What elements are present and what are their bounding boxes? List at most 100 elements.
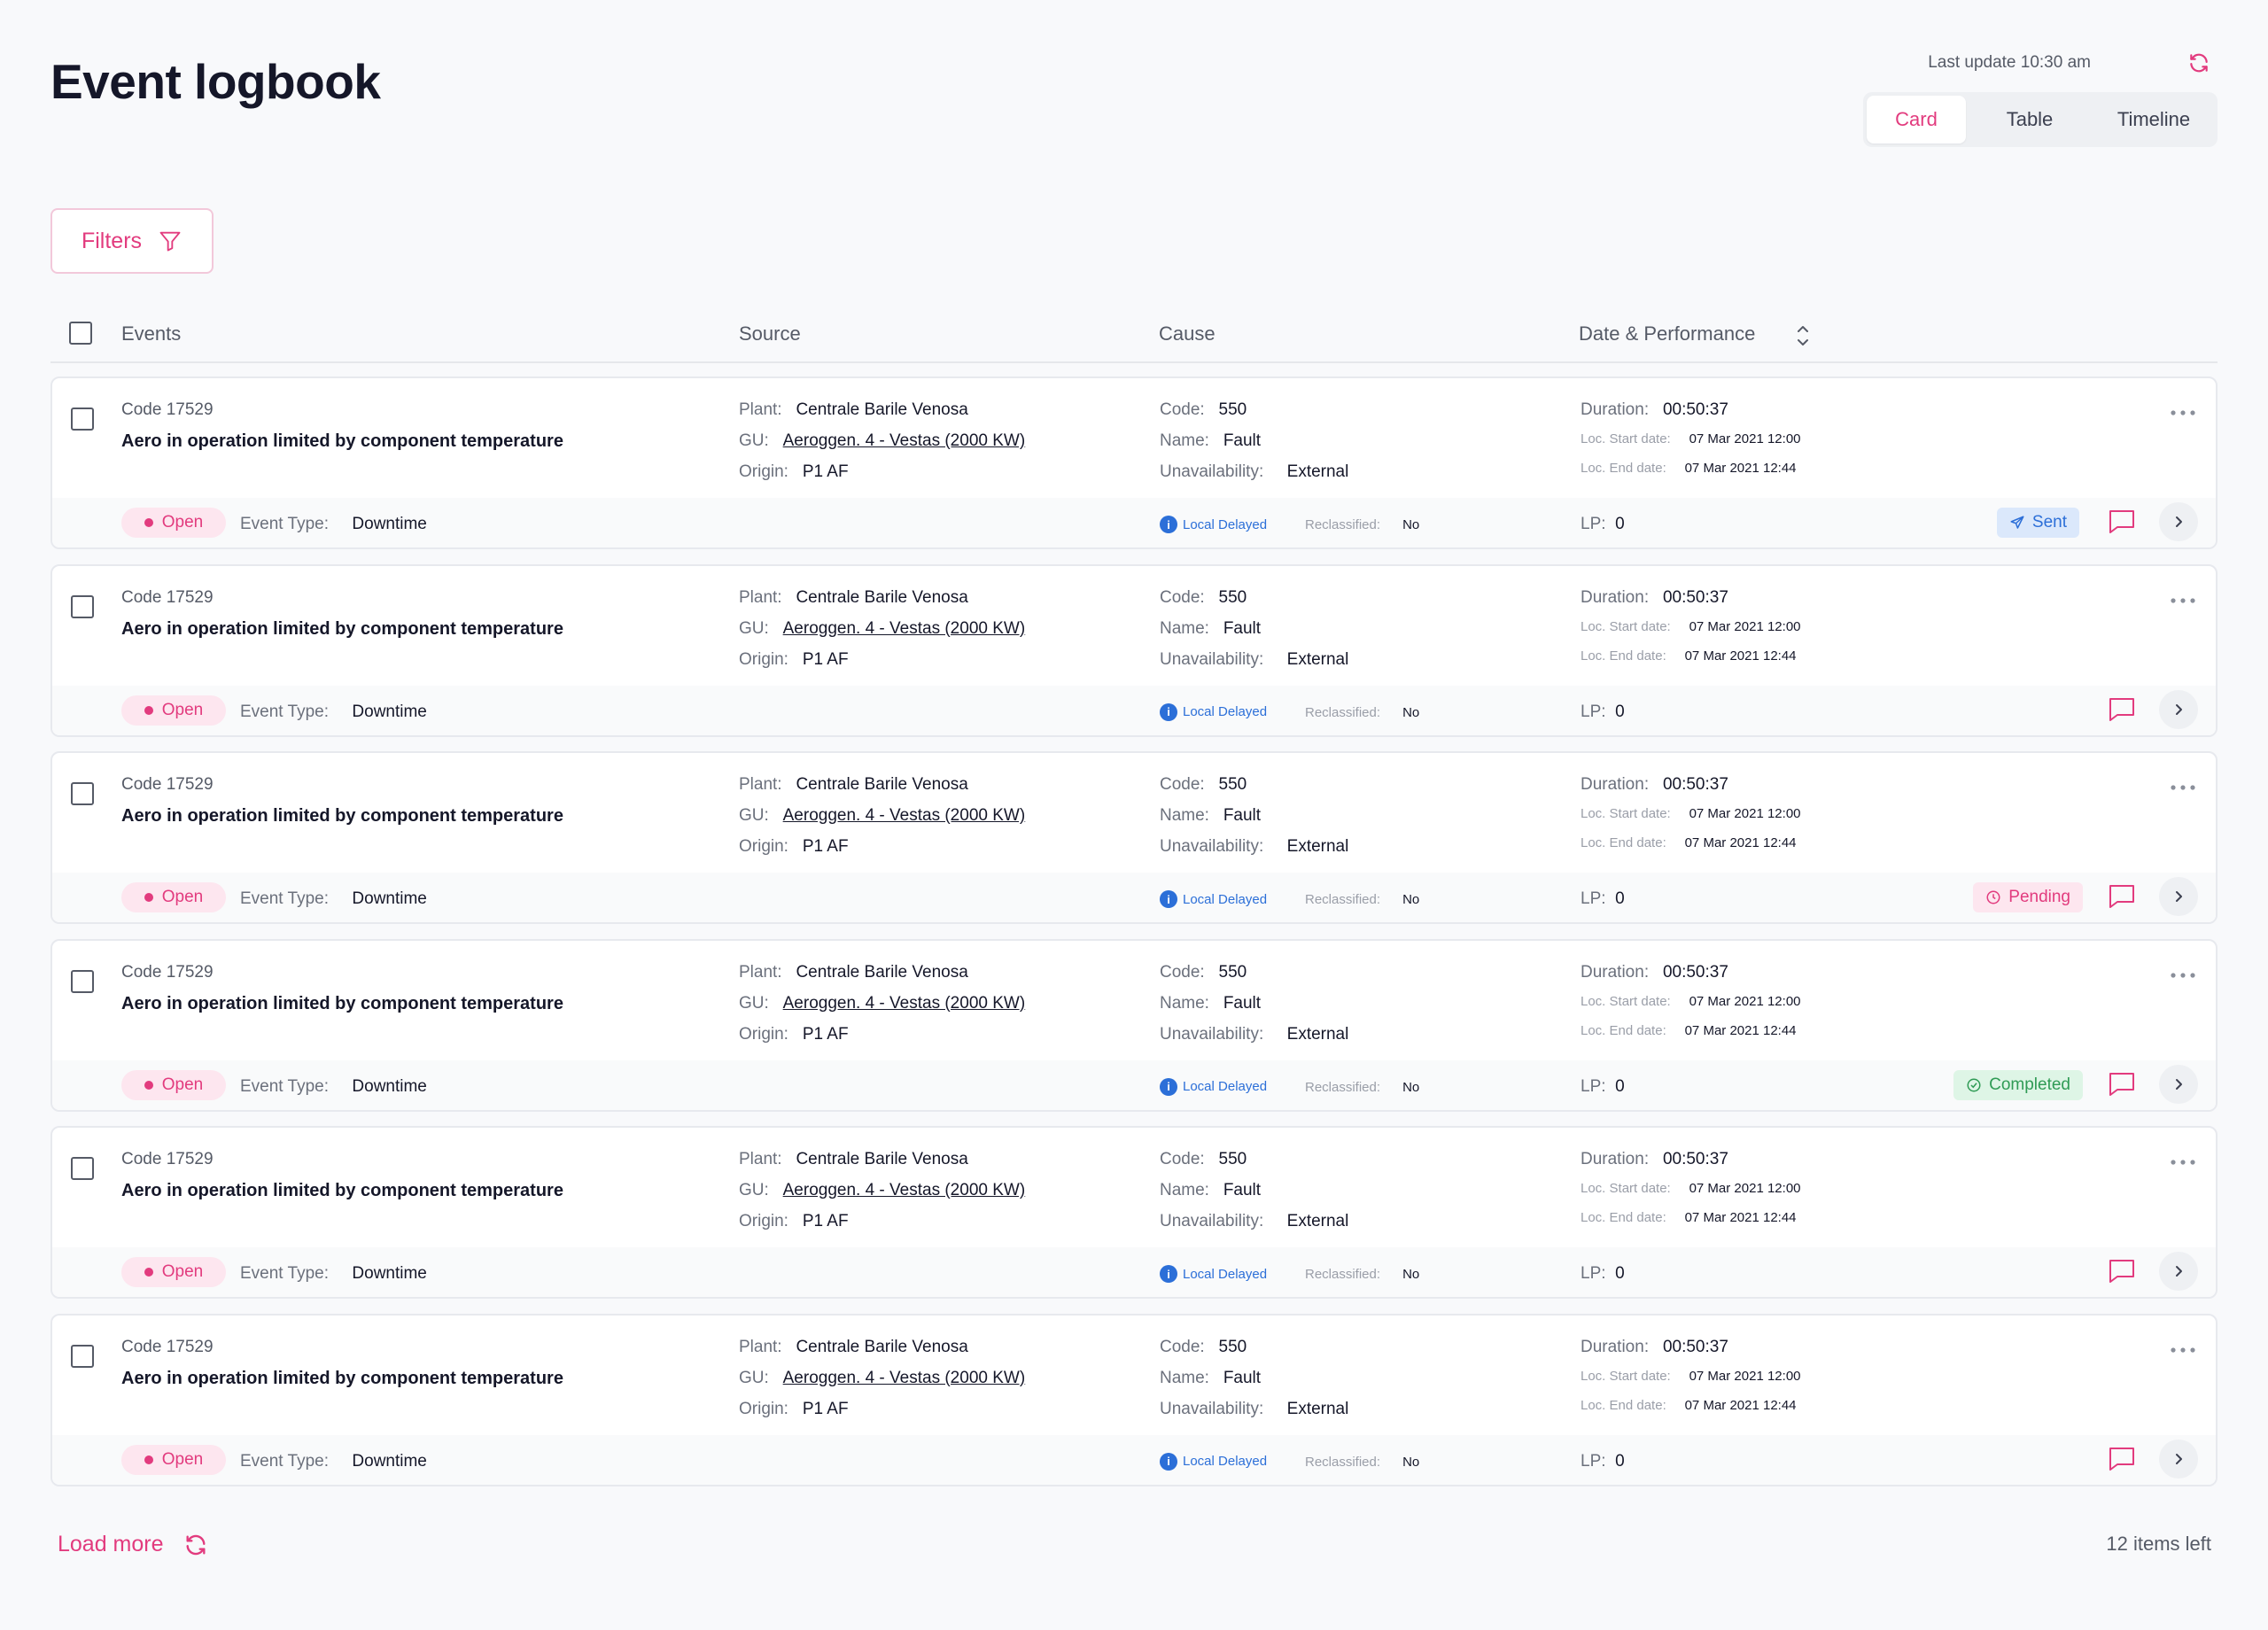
tab-timeline[interactable]: Timeline: [2093, 96, 2214, 144]
event-card[interactable]: Code 17529 Aero in operation limited by …: [50, 376, 2218, 549]
source-gu: GU: Aeroggen. 4 - Vestas (2000 KW): [739, 993, 1026, 1013]
event-checkbox[interactable]: [71, 1344, 94, 1368]
gu-link[interactable]: Aeroggen. 4 - Vestas (2000 KW): [783, 1369, 1026, 1387]
source-plant: Plant: Centrale Barile Venosa: [739, 400, 968, 419]
duration: Duration: 00:50:37: [1581, 587, 1728, 607]
more-options-icon[interactable]: [2170, 596, 2196, 605]
source-origin: Origin: P1 AF: [739, 1212, 849, 1230]
cause-unavailability: Unavailability: External: [1160, 462, 1349, 481]
loc-start-date: Loc. Start date: 07 Mar 2021 12:00: [1581, 806, 1801, 821]
source-origin: Origin: P1 AF: [739, 1024, 849, 1044]
comment-icon[interactable]: [2108, 883, 2136, 910]
load-more-button[interactable]: Load more: [58, 1532, 208, 1557]
event-card[interactable]: Code 17529 Aero in operation limited by …: [50, 1126, 2218, 1299]
gu-link[interactable]: Aeroggen. 4 - Vestas (2000 KW): [783, 619, 1026, 638]
chevron-right-icon: [2176, 1453, 2182, 1464]
cause-unavailability: Unavailability: External: [1160, 837, 1349, 856]
event-type: Event Type: Downtime: [240, 1076, 427, 1096]
event-card[interactable]: Code 17529 Aero in operation limited by …: [50, 563, 2218, 737]
source-origin: Origin: P1 AF: [739, 462, 849, 481]
sent-status-badge: Sent: [1996, 508, 2079, 538]
source-plant: Plant: Centrale Barile Venosa: [739, 775, 968, 794]
status-badge: Open: [121, 1257, 226, 1287]
more-options-icon[interactable]: [2170, 1346, 2196, 1354]
chevron-right-icon: [2176, 1078, 2182, 1090]
open-event-button[interactable]: [2159, 1439, 2198, 1479]
event-card[interactable]: Code 17529 Aero in operation limited by …: [50, 938, 2218, 1112]
loc-start-date: Loc. Start date: 07 Mar 2021 12:00: [1581, 1368, 1801, 1384]
chevron-right-icon: [2176, 703, 2182, 715]
loc-start-date: Loc. Start date: 07 Mar 2021 12:00: [1581, 1181, 1801, 1196]
more-options-icon[interactable]: [2170, 783, 2196, 792]
event-checkbox[interactable]: [71, 594, 94, 618]
column-source: Source: [739, 322, 801, 345]
cause-unavailability: Unavailability: External: [1160, 1024, 1349, 1044]
gu-link[interactable]: Aeroggen. 4 - Vestas (2000 KW): [783, 431, 1026, 450]
refresh-icon[interactable]: [2186, 50, 2212, 76]
comment-icon[interactable]: [2108, 696, 2136, 723]
status-dot: [144, 705, 153, 715]
open-event-button[interactable]: [2159, 877, 2198, 916]
event-title: Aero in operation limited by component t…: [121, 1368, 563, 1388]
comment-icon[interactable]: [2108, 1071, 2136, 1098]
event-checkbox[interactable]: [71, 782, 94, 805]
cause-code: Code: 550: [1160, 587, 1247, 607]
more-options-icon[interactable]: [2170, 1158, 2196, 1167]
event-card[interactable]: Code 17529 Aero in operation limited by …: [50, 751, 2218, 924]
status-badge: Open: [121, 695, 226, 726]
event-card[interactable]: Code 17529 Aero in operation limited by …: [50, 1313, 2218, 1486]
items-left-count: 12 items left: [2106, 1533, 2211, 1555]
open-event-button[interactable]: [2159, 502, 2198, 541]
event-type: Event Type: Downtime: [240, 889, 427, 908]
tab-card[interactable]: Card: [1867, 96, 1966, 144]
cause-code: Code: 550: [1160, 400, 1247, 419]
loc-end-date: Loc. End date: 07 Mar 2021 12:44: [1581, 1022, 1797, 1038]
duration: Duration: 00:50:37: [1581, 400, 1728, 419]
more-options-icon[interactable]: [2170, 408, 2196, 417]
open-event-button[interactable]: [2159, 1252, 2198, 1291]
source-origin: Origin: P1 AF: [739, 1399, 849, 1418]
source-plant: Plant: Centrale Barile Venosa: [739, 1337, 968, 1356]
last-update-text: Last update 10:30 am: [1928, 53, 2091, 72]
cause-unavailability: Unavailability: External: [1160, 649, 1349, 669]
more-options-icon[interactable]: [2170, 971, 2196, 980]
gu-link[interactable]: Aeroggen. 4 - Vestas (2000 KW): [783, 806, 1026, 825]
cause-name: Name: Fault: [1160, 806, 1262, 825]
cause-code: Code: 550: [1160, 1337, 1247, 1356]
cause-unavailability: Unavailability: External: [1160, 1399, 1349, 1418]
event-code: Code 17529: [121, 1150, 214, 1168]
source-plant: Plant: Centrale Barile Venosa: [739, 587, 968, 607]
gu-link[interactable]: Aeroggen. 4 - Vestas (2000 KW): [783, 994, 1026, 1013]
filter-icon: [159, 231, 181, 252]
open-event-button[interactable]: [2159, 1064, 2198, 1104]
refresh-icon: [186, 1534, 206, 1555]
tab-table[interactable]: Table: [1969, 96, 2090, 144]
comment-icon[interactable]: [2108, 1446, 2136, 1472]
status-dot: [144, 1455, 153, 1464]
source-gu: GU: Aeroggen. 4 - Vestas (2000 KW): [739, 806, 1026, 825]
cause-name: Name: Fault: [1160, 431, 1262, 450]
status-dot: [144, 518, 153, 527]
duration: Duration: 00:50:37: [1581, 775, 1728, 794]
comment-icon[interactable]: [2108, 508, 2136, 535]
info-icon: i: [1160, 890, 1177, 908]
select-all-checkbox[interactable]: [69, 322, 92, 345]
event-checkbox[interactable]: [71, 969, 94, 993]
open-event-button[interactable]: [2159, 689, 2198, 729]
sort-icon[interactable]: [1794, 321, 1812, 351]
load-more-label: Load more: [58, 1532, 164, 1556]
status-badge: Open: [121, 1069, 226, 1100]
duration: Duration: 00:50:37: [1581, 1337, 1728, 1356]
comment-icon[interactable]: [2108, 1258, 2136, 1285]
status-dot: [144, 1268, 153, 1277]
filters-button[interactable]: Filters: [50, 208, 214, 274]
loc-end-date: Loc. End date: 07 Mar 2021 12:44: [1581, 835, 1797, 850]
info-icon: i: [1160, 1077, 1177, 1096]
cause-name: Name: Fault: [1160, 618, 1262, 638]
source-plant: Plant: Centrale Barile Venosa: [739, 962, 968, 982]
gu-link[interactable]: Aeroggen. 4 - Vestas (2000 KW): [783, 1181, 1026, 1199]
event-checkbox[interactable]: [71, 1157, 94, 1180]
column-date-performance[interactable]: Date & Performance: [1579, 322, 1755, 345]
completed-status-badge: Completed: [1953, 1069, 2083, 1100]
event-checkbox[interactable]: [71, 408, 94, 431]
